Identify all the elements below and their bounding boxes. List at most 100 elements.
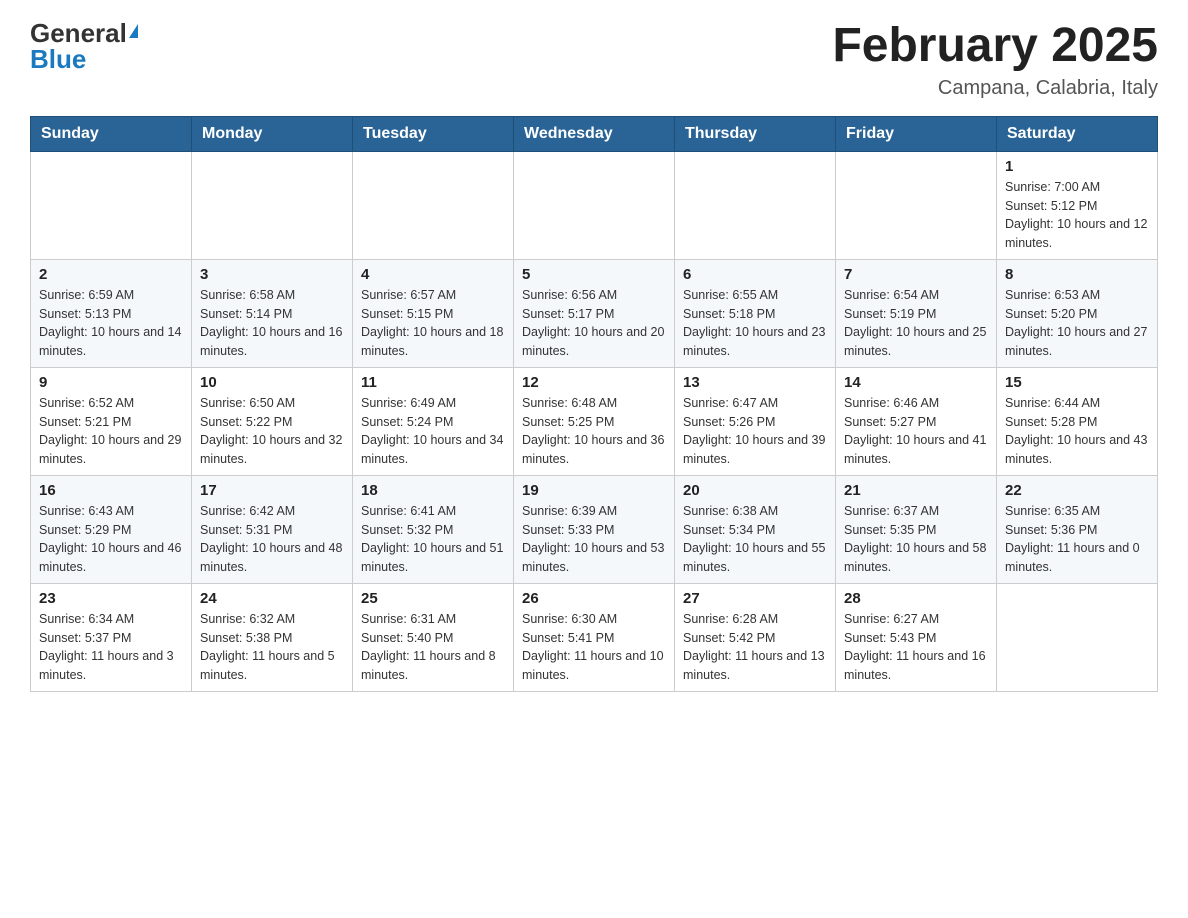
day-number: 13 (683, 374, 827, 391)
day-info: Sunrise: 6:27 AMSunset: 5:43 PMDaylight:… (844, 610, 988, 685)
weekday-header-tuesday: Tuesday (353, 116, 514, 151)
weekday-header-wednesday: Wednesday (514, 116, 675, 151)
day-number: 4 (361, 266, 505, 283)
day-info: Sunrise: 6:30 AMSunset: 5:41 PMDaylight:… (522, 610, 666, 685)
day-info: Sunrise: 6:56 AMSunset: 5:17 PMDaylight:… (522, 286, 666, 361)
day-number: 17 (200, 482, 344, 499)
day-info: Sunrise: 6:28 AMSunset: 5:42 PMDaylight:… (683, 610, 827, 685)
day-info: Sunrise: 6:43 AMSunset: 5:29 PMDaylight:… (39, 502, 183, 577)
calendar-cell: 9 Sunrise: 6:52 AMSunset: 5:21 PMDaylight… (31, 367, 192, 475)
weekday-header-saturday: Saturday (997, 116, 1158, 151)
calendar-cell (675, 151, 836, 259)
calendar-cell: 4Sunrise: 6:57 AMSunset: 5:15 PMDaylight… (353, 259, 514, 367)
day-info: Sunrise: 6:50 AMSunset: 5:22 PMDaylight:… (200, 394, 344, 469)
day-info: Sunrise: 6:55 AMSunset: 5:18 PMDaylight:… (683, 286, 827, 361)
calendar-cell: 24Sunrise: 6:32 AMSunset: 5:38 PMDayligh… (192, 583, 353, 691)
day-number: 20 (683, 482, 827, 499)
calendar-cell: 20 Sunrise: 6:38 AMSunset: 5:34 PMDayligh… (675, 475, 836, 583)
day-info: Sunrise: 6:32 AMSunset: 5:38 PMDaylight:… (200, 610, 344, 685)
calendar-cell: 28 Sunrise: 6:27 AMSunset: 5:43 PMDayligh… (836, 583, 997, 691)
day-number: 26 (522, 590, 666, 607)
calendar-cell (353, 151, 514, 259)
calendar-cell: 17 Sunrise: 6:42 AMSunset: 5:31 PMDayligh… (192, 475, 353, 583)
day-info: Sunrise: 6:53 AMSunset: 5:20 PMDaylight:… (1005, 286, 1149, 361)
calendar-cell: 12 Sunrise: 6:48 AMSunset: 5:25 PMDayligh… (514, 367, 675, 475)
day-number: 28 (844, 590, 988, 607)
weekday-header-friday: Friday (836, 116, 997, 151)
calendar-week-row: 2 Sunrise: 6:59 AMSunset: 5:13 PMDaylight… (31, 259, 1158, 367)
day-info: Sunrise: 6:42 AMSunset: 5:31 PMDaylight:… (200, 502, 344, 577)
day-number: 5 (522, 266, 666, 283)
calendar-cell: 21 Sunrise: 6:37 AMSunset: 5:35 PMDayligh… (836, 475, 997, 583)
day-info: Sunrise: 6:52 AMSunset: 5:21 PMDaylight:… (39, 394, 183, 469)
day-number: 18 (361, 482, 505, 499)
day-info: Sunrise: 6:46 AMSunset: 5:27 PMDaylight:… (844, 394, 988, 469)
day-number: 19 (522, 482, 666, 499)
day-number: 14 (844, 374, 988, 391)
calendar-cell: 7Sunrise: 6:54 AMSunset: 5:19 PMDaylight… (836, 259, 997, 367)
day-info: Sunrise: 6:37 AMSunset: 5:35 PMDaylight:… (844, 502, 988, 577)
day-number: 21 (844, 482, 988, 499)
day-info: Sunrise: 6:39 AMSunset: 5:33 PMDaylight:… (522, 502, 666, 577)
day-info: Sunrise: 6:34 AMSunset: 5:37 PMDaylight:… (39, 610, 183, 685)
day-number: 23 (39, 590, 183, 607)
calendar-cell: 25 Sunrise: 6:31 AMSunset: 5:40 PMDayligh… (353, 583, 514, 691)
day-number: 7 (844, 266, 988, 283)
calendar-cell (836, 151, 997, 259)
day-number: 25 (361, 590, 505, 607)
logo: General Blue (30, 20, 138, 72)
calendar-cell: 27 Sunrise: 6:28 AMSunset: 5:42 PMDayligh… (675, 583, 836, 691)
day-number: 12 (522, 374, 666, 391)
day-number: 3 (200, 266, 344, 283)
day-number: 16 (39, 482, 183, 499)
calendar-cell: 26 Sunrise: 6:30 AMSunset: 5:41 PMDayligh… (514, 583, 675, 691)
weekday-header-sunday: Sunday (31, 116, 192, 151)
calendar-cell: 13 Sunrise: 6:47 AMSunset: 5:26 PMDayligh… (675, 367, 836, 475)
title-section: February 2025 Campana, Calabria, Italy (832, 20, 1158, 100)
calendar-cell: 5 Sunrise: 6:56 AMSunset: 5:17 PMDaylight… (514, 259, 675, 367)
day-number: 15 (1005, 374, 1149, 391)
page-header: General Blue February 2025 Campana, Cala… (30, 20, 1158, 100)
day-number: 27 (683, 590, 827, 607)
calendar-cell: 6 Sunrise: 6:55 AMSunset: 5:18 PMDaylight… (675, 259, 836, 367)
calendar-cell: 11 Sunrise: 6:49 AMSunset: 5:24 PMDayligh… (353, 367, 514, 475)
weekday-header-thursday: Thursday (675, 116, 836, 151)
calendar-cell: 22 Sunrise: 6:35 AMSunset: 5:36 PMDayligh… (997, 475, 1158, 583)
calendar-week-row: 9 Sunrise: 6:52 AMSunset: 5:21 PMDaylight… (31, 367, 1158, 475)
day-info: Sunrise: 6:38 AMSunset: 5:34 PMDaylight:… (683, 502, 827, 577)
logo-blue-text: Blue (30, 46, 86, 72)
day-info: Sunrise: 6:31 AMSunset: 5:40 PMDaylight:… (361, 610, 505, 685)
calendar-cell (192, 151, 353, 259)
day-number: 6 (683, 266, 827, 283)
day-info: Sunrise: 6:49 AMSunset: 5:24 PMDaylight:… (361, 394, 505, 469)
calendar-cell (31, 151, 192, 259)
calendar-cell: 19 Sunrise: 6:39 AMSunset: 5:33 PMDayligh… (514, 475, 675, 583)
day-number: 2 (39, 266, 183, 283)
calendar-cell (514, 151, 675, 259)
logo-general-text: General (30, 20, 127, 46)
day-number: 9 (39, 374, 183, 391)
day-number: 10 (200, 374, 344, 391)
calendar-table: SundayMondayTuesdayWednesdayThursdayFrid… (30, 116, 1158, 692)
location-title: Campana, Calabria, Italy (832, 77, 1158, 100)
day-number: 11 (361, 374, 505, 391)
calendar-cell (997, 583, 1158, 691)
day-info: Sunrise: 6:47 AMSunset: 5:26 PMDaylight:… (683, 394, 827, 469)
day-info: Sunrise: 6:58 AMSunset: 5:14 PMDaylight:… (200, 286, 344, 361)
day-number: 22 (1005, 482, 1149, 499)
calendar-cell: 3 Sunrise: 6:58 AMSunset: 5:14 PMDaylight… (192, 259, 353, 367)
day-info: Sunrise: 7:00 AMSunset: 5:12 PMDaylight:… (1005, 178, 1149, 253)
calendar-week-row: 23 Sunrise: 6:34 AMSunset: 5:37 PMDayligh… (31, 583, 1158, 691)
calendar-cell: 1Sunrise: 7:00 AMSunset: 5:12 PMDaylight… (997, 151, 1158, 259)
day-number: 8 (1005, 266, 1149, 283)
calendar-header-row: SundayMondayTuesdayWednesdayThursdayFrid… (31, 116, 1158, 151)
calendar-cell: 18Sunrise: 6:41 AMSunset: 5:32 PMDayligh… (353, 475, 514, 583)
month-title: February 2025 (832, 20, 1158, 73)
day-info: Sunrise: 6:35 AMSunset: 5:36 PMDaylight:… (1005, 502, 1149, 577)
calendar-cell: 10 Sunrise: 6:50 AMSunset: 5:22 PMDayligh… (192, 367, 353, 475)
calendar-cell: 15Sunrise: 6:44 AMSunset: 5:28 PMDayligh… (997, 367, 1158, 475)
day-info: Sunrise: 6:48 AMSunset: 5:25 PMDaylight:… (522, 394, 666, 469)
day-info: Sunrise: 6:59 AMSunset: 5:13 PMDaylight:… (39, 286, 183, 361)
logo-arrow-icon (129, 24, 138, 38)
calendar-cell: 8 Sunrise: 6:53 AMSunset: 5:20 PMDaylight… (997, 259, 1158, 367)
